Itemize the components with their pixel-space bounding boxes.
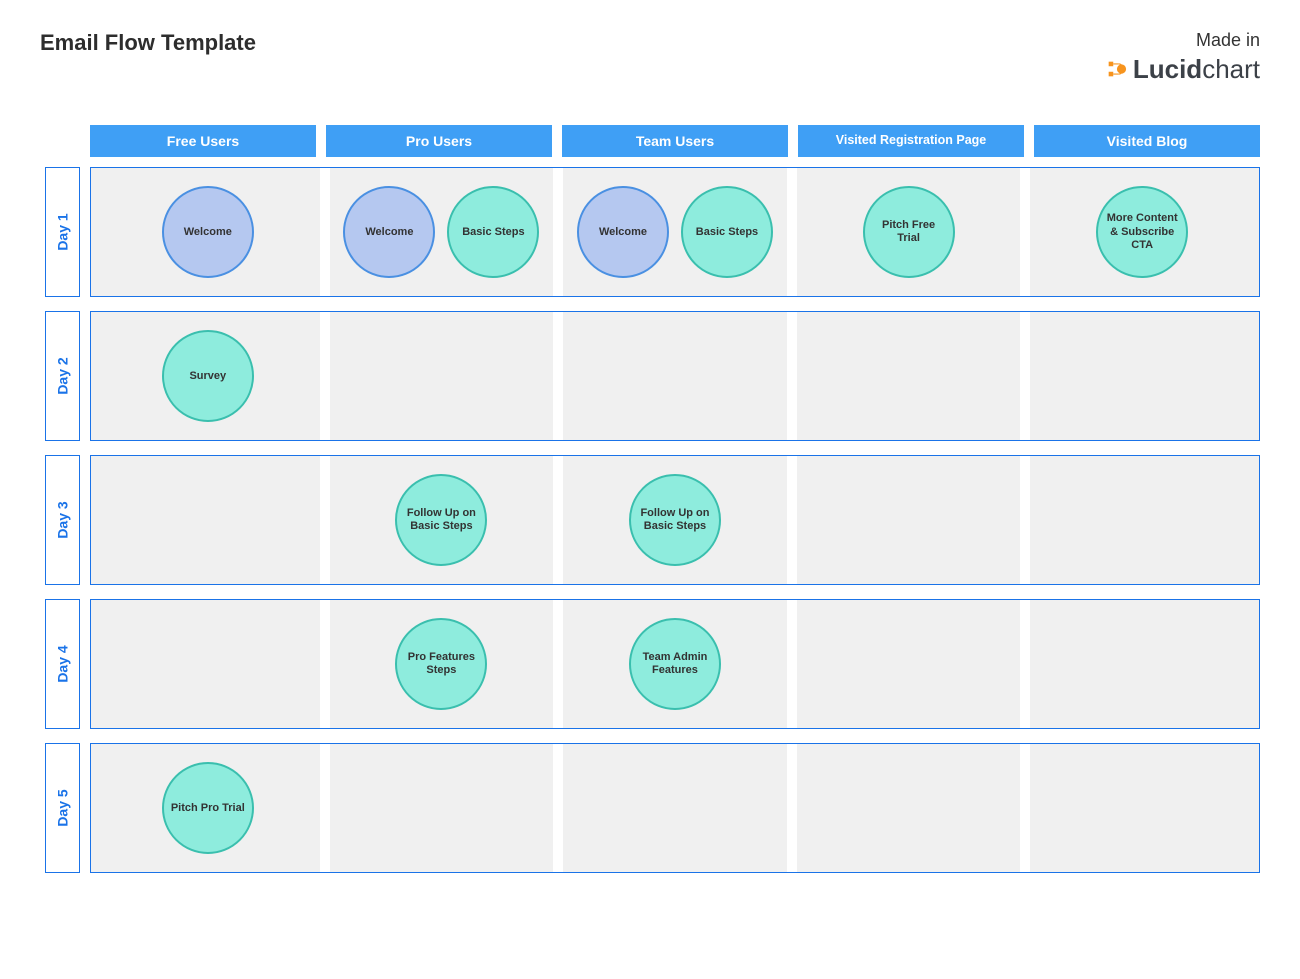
grid-cell: Follow Up on Basic Steps bbox=[325, 456, 559, 584]
grid-cell bbox=[1025, 456, 1259, 584]
email-bubble: More Content & Subscribe CTA bbox=[1096, 186, 1188, 278]
flow-grid: Free Users Pro Users Team Users Visited Reg… bbox=[45, 125, 1260, 873]
grid-cell: WelcomeBasic Steps bbox=[558, 168, 792, 296]
grid-cell bbox=[1025, 600, 1259, 728]
lucidchart-logo: Lucidchart bbox=[1105, 54, 1260, 85]
email-bubble: Basic Steps bbox=[681, 186, 773, 278]
grid-cell: Pitch Pro Trial bbox=[91, 744, 325, 872]
row-body: Follow Up on Basic Steps Follow Up on Bas… bbox=[90, 455, 1260, 585]
column-header: Team Users bbox=[562, 125, 788, 157]
grid-cell bbox=[792, 600, 1026, 728]
email-bubble: Welcome bbox=[577, 186, 669, 278]
row-label: Day 3 bbox=[45, 455, 80, 585]
grid-cell: Pro Features Steps bbox=[325, 600, 559, 728]
flow-row: Day 1WelcomeWelcomeBasic StepsWelcomeBas… bbox=[45, 167, 1260, 297]
row-label-text: Day 3 bbox=[55, 502, 71, 539]
email-bubble: Team Admin Features bbox=[629, 618, 721, 710]
grid-cell bbox=[792, 456, 1026, 584]
grid-cell: Follow Up on Basic Steps bbox=[558, 456, 792, 584]
row-label-text: Day 1 bbox=[55, 214, 71, 251]
email-bubble: Survey bbox=[162, 330, 254, 422]
made-in-label: Made in bbox=[1105, 30, 1260, 52]
flow-row: Day 5 Pitch Pro Trial bbox=[45, 743, 1260, 873]
column-header: Free Users bbox=[90, 125, 316, 157]
email-bubble: Basic Steps bbox=[447, 186, 539, 278]
flow-rows: Day 1WelcomeWelcomeBasic StepsWelcomeBas… bbox=[45, 167, 1260, 873]
column-headers: Free Users Pro Users Team Users Visited Reg… bbox=[90, 125, 1260, 157]
page-title: Email Flow Template bbox=[40, 30, 256, 56]
lucidchart-logo-icon bbox=[1105, 58, 1127, 80]
email-bubble: Pro Features Steps bbox=[395, 618, 487, 710]
row-label: Day 2 bbox=[45, 311, 80, 441]
grid-cell: More Content & Subscribe CTA bbox=[1025, 168, 1259, 296]
row-label: Day 1 bbox=[45, 167, 80, 297]
grid-cell bbox=[91, 600, 325, 728]
row-label-text: Day 2 bbox=[55, 358, 71, 395]
grid-cell bbox=[792, 744, 1026, 872]
email-bubble: Follow Up on Basic Steps bbox=[395, 474, 487, 566]
row-body: WelcomeWelcomeBasic StepsWelcomeBasic St… bbox=[90, 167, 1260, 297]
email-bubble: Welcome bbox=[343, 186, 435, 278]
row-label: Day 5 bbox=[45, 743, 80, 873]
grid-cell bbox=[1025, 744, 1259, 872]
branding: Made in Lucidchart bbox=[1105, 30, 1260, 85]
grid-cell bbox=[91, 456, 325, 584]
header: Email Flow Template Made in Lucidchart bbox=[40, 30, 1260, 85]
column-header: Pro Users bbox=[326, 125, 552, 157]
row-label: Day 4 bbox=[45, 599, 80, 729]
grid-cell: Welcome bbox=[91, 168, 325, 296]
email-bubble: Follow Up on Basic Steps bbox=[629, 474, 721, 566]
row-body: Survey bbox=[90, 311, 1260, 441]
grid-cell bbox=[325, 312, 559, 440]
grid-cell bbox=[1025, 312, 1259, 440]
email-bubble: Pitch Free Trial bbox=[863, 186, 955, 278]
column-header: Visited Blog bbox=[1034, 125, 1260, 157]
grid-cell: Team Admin Features bbox=[558, 600, 792, 728]
grid-cell: WelcomeBasic Steps bbox=[325, 168, 559, 296]
row-body: Pro Features Steps Team Admin Features bbox=[90, 599, 1260, 729]
grid-cell bbox=[325, 744, 559, 872]
email-bubble: Welcome bbox=[162, 186, 254, 278]
flow-row: Day 3Follow Up on Basic StepsFollow Up o… bbox=[45, 455, 1260, 585]
flow-row: Day 4 Pro Features Steps Team Admin Featur… bbox=[45, 599, 1260, 729]
grid-cell bbox=[792, 312, 1026, 440]
grid-cell bbox=[558, 744, 792, 872]
row-body: Pitch Pro Trial bbox=[90, 743, 1260, 873]
lucidchart-logo-text: Lucidchart bbox=[1133, 54, 1260, 85]
grid-cell: Survey bbox=[91, 312, 325, 440]
column-header: Visited Registration Page bbox=[798, 125, 1024, 157]
grid-cell bbox=[558, 312, 792, 440]
row-label-text: Day 5 bbox=[55, 790, 71, 827]
grid-cell: Pitch Free Trial bbox=[792, 168, 1026, 296]
flow-row: Day 2 Survey bbox=[45, 311, 1260, 441]
email-bubble: Pitch Pro Trial bbox=[162, 762, 254, 854]
row-label-text: Day 4 bbox=[55, 646, 71, 683]
